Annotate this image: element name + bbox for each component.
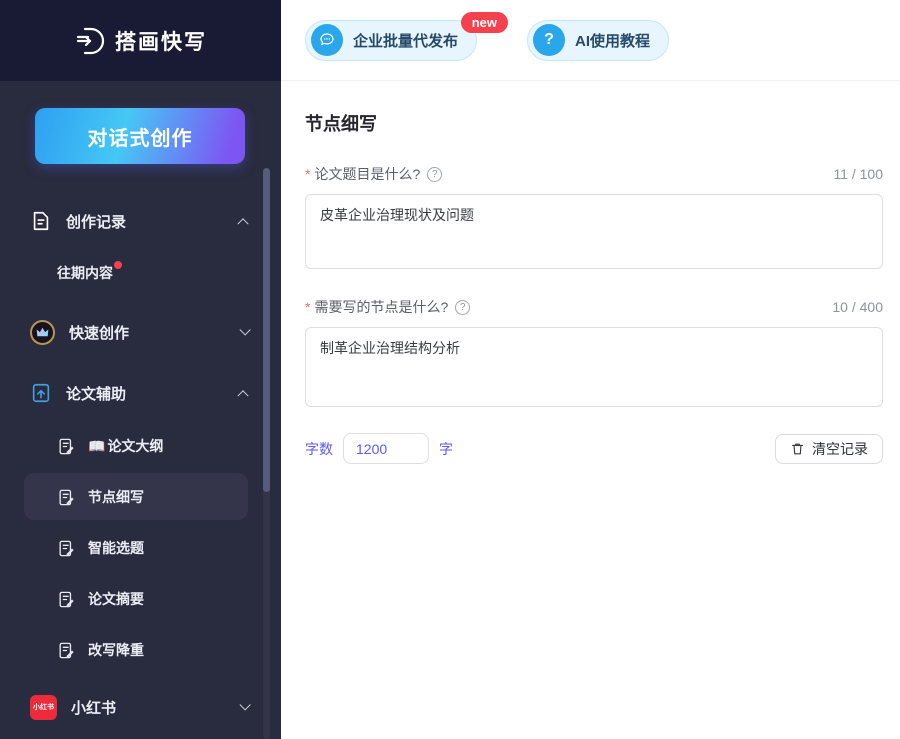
sidebar-item-label: 小红书 [71, 697, 116, 718]
required-marker: * [305, 166, 310, 182]
paper-title-label: 论文题目是什么? [314, 164, 420, 184]
chevron-up-icon [237, 390, 248, 401]
node-input[interactable]: 制革企业治理结构分析 [305, 327, 883, 407]
sidebar-item-label: 快速创作 [69, 322, 129, 343]
sidebar-item-smart-topic[interactable]: 智能选题 [0, 524, 281, 572]
chat-bubbles-icon [311, 24, 343, 56]
clear-records-label: 清空记录 [812, 439, 868, 459]
paper-upload-icon [30, 382, 52, 404]
dialog-create-label: 对话式创作 [88, 122, 193, 151]
char-counter: 11 / 100 [833, 166, 883, 182]
trash-icon [790, 441, 805, 456]
help-glyph: ? [432, 169, 438, 180]
clear-records-button[interactable]: 清空记录 [775, 434, 883, 464]
top-header: 企业批量代发布 new ? AI使用教程 [281, 0, 900, 81]
sidebar-item-quick-create[interactable]: 快速创作 [0, 308, 281, 356]
sidebar-item-label: 往期内容 [57, 263, 113, 283]
paper-title-input[interactable]: 皮革企业治理现状及问题 [305, 194, 883, 269]
new-badge: new [461, 12, 508, 33]
help-icon[interactable]: ? [427, 167, 442, 182]
sidebar-item-label: 智能选题 [88, 538, 144, 558]
logo: 搭画快写 [0, 0, 281, 81]
xiaohongshu-icon: 小红书 [30, 695, 57, 720]
field-label-row: * 需要写的节点是什么? ? 10 / 400 [305, 297, 883, 317]
xiaohongshu-icon-text: 小红书 [33, 702, 54, 712]
sidebar-item-paper-abstract[interactable]: 论文摘要 [0, 575, 281, 623]
notification-dot [114, 261, 122, 269]
sidebar-item-paper-assist[interactable]: 论文辅助 [0, 369, 281, 417]
sidebar-item-label: 节点细写 [88, 487, 144, 507]
chevron-down-icon [239, 324, 250, 335]
word-count-input[interactable] [343, 433, 429, 464]
sidebar-scrollbar-thumb[interactable] [263, 168, 270, 492]
chevron-down-icon [239, 699, 250, 710]
enterprise-batch-publish-label: 企业批量代发布 [353, 30, 458, 51]
word-count-unit: 字 [439, 439, 453, 459]
doc-pen-icon [57, 488, 76, 507]
book-icon: 📖 [88, 438, 105, 455]
sidebar-item-xiaohongshu[interactable]: 小红书 小红书 [0, 683, 281, 731]
help-icon[interactable]: ? [455, 300, 470, 315]
ai-tutorial-button[interactable]: ? AI使用教程 [527, 20, 669, 61]
page-title: 节点细写 [305, 110, 883, 136]
dialog-create-button[interactable]: 对话式创作 [35, 108, 245, 164]
help-glyph: ? [460, 302, 466, 313]
chevron-up-icon [237, 218, 248, 229]
sidebar-item-label: 创作记录 [66, 211, 126, 232]
sidebar-scrollbar-track[interactable] [263, 168, 270, 739]
question-circle-icon: ? [533, 24, 565, 56]
logo-d-icon [74, 25, 106, 57]
doc-pen-icon [57, 437, 76, 456]
bottom-row: 字数 字 清空记录 [305, 433, 883, 464]
crown-icon [30, 320, 55, 345]
sidebar-item-paper-outline[interactable]: 📖 论文大纲 [0, 424, 281, 468]
sidebar-item-label: 改写降重 [88, 640, 144, 660]
sidebar-item-creation-records[interactable]: 创作记录 [0, 197, 281, 245]
word-count-label: 字数 [305, 439, 333, 459]
enterprise-batch-publish-button[interactable]: 企业批量代发布 new [305, 20, 477, 61]
main-content: 节点细写 * 论文题目是什么? ? 11 / 100 皮革企业治理现状及问题 *… [281, 82, 900, 739]
required-marker: * [305, 299, 310, 315]
sidebar-item-label: 论文摘要 [88, 589, 144, 609]
char-counter: 10 / 400 [832, 299, 883, 315]
node-label: 需要写的节点是什么? [314, 297, 448, 317]
sidebar: 搭画快写 对话式创作 创作记录 往期内容 快速创作 [0, 0, 281, 739]
sidebar-item-node-detail[interactable]: 节点细写 [0, 473, 281, 521]
document-icon [30, 210, 52, 232]
doc-pen-icon [57, 590, 76, 609]
question-glyph: ? [544, 31, 554, 49]
doc-pen-icon [57, 539, 76, 558]
sidebar-item-label: 论文辅助 [66, 383, 126, 404]
sidebar-item-past-content[interactable]: 往期内容 [0, 253, 281, 293]
doc-pen-icon [57, 641, 76, 660]
sidebar-item-rewrite[interactable]: 改写降重 [0, 626, 281, 674]
ai-tutorial-label: AI使用教程 [575, 30, 650, 51]
sidebar-item-label: 论文大纲 [107, 436, 163, 456]
field-label-row: * 论文题目是什么? ? 11 / 100 [305, 164, 883, 184]
app-title: 搭画快写 [115, 26, 207, 56]
